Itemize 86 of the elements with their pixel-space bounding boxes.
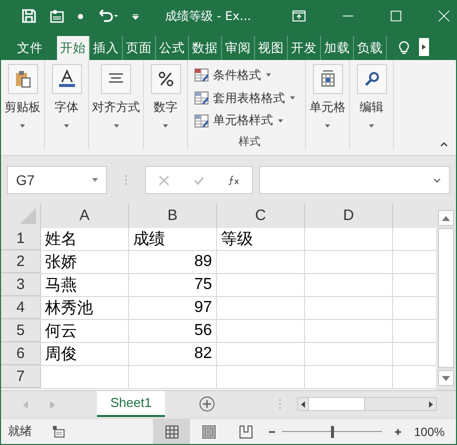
form-icon[interactable] — [49, 8, 65, 24]
window-title: 成绩等级 - Ex... — [165, 8, 252, 24]
ribbon-group-button[interactable]: 剪贴板 — [4, 99, 40, 116]
arrow-left-icon — [301, 400, 305, 408]
table-cell: 89 — [194, 253, 212, 271]
table-cell: 等级 — [221, 228, 253, 250]
close-icon[interactable] — [437, 9, 452, 23]
caret-icon — [278, 118, 283, 123]
table-cell: 姓名 — [45, 228, 77, 250]
zoom-level[interactable]: 100% — [414, 424, 445, 438]
table-style-icon — [194, 90, 210, 106]
style-menu-button[interactable]: 条件格式 — [194, 64, 271, 87]
customize-icon[interactable] — [132, 12, 139, 20]
view-button[interactable] — [153, 419, 190, 444]
arrow-down-icon — [442, 376, 450, 380]
row-header[interactable]: 1 — [1, 228, 41, 250]
row-header[interactable]: 2 — [1, 251, 41, 273]
table-cell: 82 — [194, 345, 212, 363]
ribbon-group-button[interactable]: 编辑 — [360, 99, 384, 116]
arrow-up-icon — [442, 216, 450, 220]
table-cell: 张娇 — [45, 252, 77, 272]
table-style-icon — [194, 67, 210, 84]
row-header[interactable]: 5 — [1, 320, 41, 342]
lightbulb-icon[interactable] — [397, 40, 411, 56]
caret-icon[interactable] — [163, 124, 168, 128]
table-cell: 97 — [194, 299, 212, 317]
status-text: 就绪 — [8, 423, 32, 440]
column-header[interactable]: A — [41, 204, 129, 228]
caret-icon[interactable] — [369, 124, 374, 128]
caret-icon[interactable] — [64, 124, 69, 128]
row-header[interactable]: 4 — [1, 297, 41, 319]
maximize-icon[interactable] — [389, 9, 404, 23]
column-header[interactable]: D — [305, 204, 393, 228]
zoom-slider-thumb[interactable] — [331, 426, 334, 438]
caret-icon — [92, 178, 98, 182]
table-cell: 56 — [194, 322, 212, 340]
page-icon — [202, 424, 216, 438]
horizontal-scrollbar[interactable] — [297, 397, 437, 411]
formula-input[interactable] — [259, 166, 450, 194]
scroll-right-button[interactable] — [419, 38, 429, 56]
ribbon-group-button[interactable]: 单元格 — [310, 99, 346, 116]
check-icon[interactable] — [192, 174, 205, 186]
table-style-icon — [194, 112, 210, 129]
style-menu-button[interactable]: 单元格样式 — [194, 109, 283, 132]
zoom-in-icon[interactable] — [394, 428, 402, 436]
ribbon-group-button[interactable]: 数字 — [154, 99, 178, 116]
grid-icon — [164, 424, 178, 438]
caret-icon[interactable] — [114, 124, 118, 128]
scroll-up-button[interactable] — [438, 210, 454, 226]
table-cell: 75 — [194, 276, 212, 294]
caret-icon — [266, 73, 271, 78]
row-header[interactable]: 7 — [1, 366, 41, 388]
ribbon-display-icon[interactable] — [291, 8, 308, 24]
page-break-icon — [238, 424, 252, 438]
column-header[interactable]: C — [217, 204, 305, 228]
name-box[interactable]: G7 — [7, 166, 107, 194]
sheet-tab[interactable]: Sheet1 — [97, 391, 165, 417]
function-icon[interactable] — [228, 174, 240, 186]
row-header[interactable]: 3 — [1, 274, 41, 296]
scroll-thumb[interactable] — [438, 228, 454, 368]
arrow-right-icon — [429, 400, 433, 408]
arrow-right-icon — [422, 44, 426, 50]
font-color-icon — [56, 69, 76, 89]
row-header[interactable]: 6 — [1, 343, 41, 365]
column-header[interactable]: B — [129, 204, 217, 228]
table-cell: 林秀池 — [45, 298, 93, 318]
scroll-down-button[interactable] — [438, 370, 454, 386]
add-sheet-icon[interactable] — [199, 396, 215, 412]
style-menu-button[interactable]: 套用表格格式 — [194, 86, 295, 110]
ribbon-group-button[interactable]: 字体 — [54, 99, 78, 116]
table-cell: 何云 — [45, 320, 77, 342]
ribbon-group-button[interactable]: 对齐方式 — [92, 99, 140, 116]
expand-icon — [433, 178, 441, 182]
dot-icon[interactable] — [77, 12, 84, 20]
save-icon[interactable] — [21, 8, 37, 24]
table-cell: 周俊 — [45, 344, 77, 364]
caret-icon — [290, 96, 295, 100]
caret-icon[interactable] — [20, 124, 25, 128]
macro-record-icon[interactable] — [52, 425, 65, 438]
group-label: 样式 — [238, 134, 260, 150]
ribbon-tab[interactable]: 文件 — [1, 36, 57, 60]
collapse-ribbon-icon[interactable] — [440, 141, 448, 147]
ribbon-tab[interactable]: 开始 — [57, 36, 90, 60]
table-cell: 马燕 — [45, 274, 77, 296]
table-cell: 成绩 — [133, 228, 165, 250]
caret-icon[interactable] — [325, 124, 330, 128]
